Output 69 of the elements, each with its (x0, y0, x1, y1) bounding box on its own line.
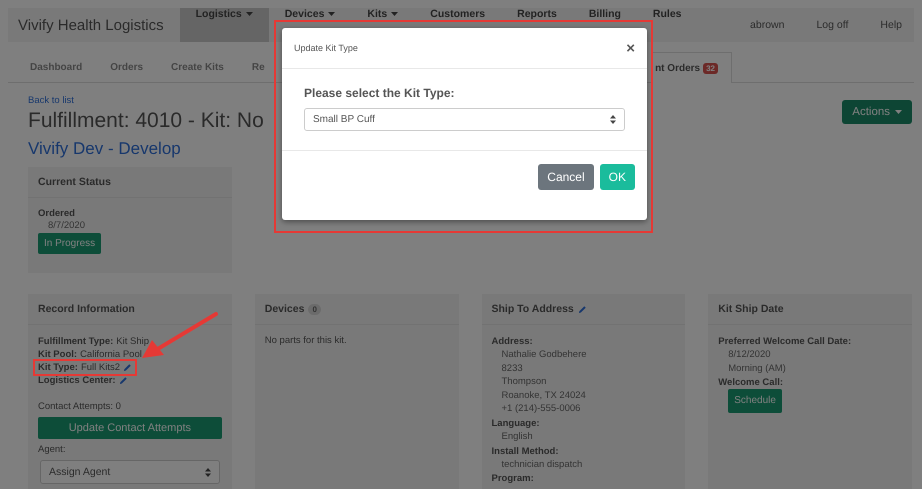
select-arrows-icon (204, 468, 211, 476)
status-date: 8/7/2020 (47, 219, 86, 233)
pencil-icon[interactable] (118, 376, 128, 385)
card-heading: Ship To Address (492, 303, 574, 315)
caret-icon (895, 110, 902, 114)
empty-message: No parts for this kit. (264, 335, 348, 346)
count-badge: 0 (308, 304, 321, 314)
field-value: 8/12/2020 (727, 348, 772, 362)
field-value: 8233 (500, 362, 524, 376)
caret-icon (246, 12, 253, 16)
field-value: English (500, 430, 534, 444)
status-label: Ordered (38, 208, 76, 219)
field-value: technician dispatch (500, 458, 584, 472)
nav-tab[interactable]: Orders (96, 52, 158, 82)
count-badge: 32 (703, 62, 718, 74)
field-value: Morning (AM) (727, 362, 787, 376)
page-title: Fulfillment: 4010 - Kit: No (28, 109, 264, 133)
cancel-button[interactable]: Cancel (538, 164, 594, 190)
field-value: Nathalie Godbehere (500, 348, 588, 362)
select-arrows-icon (610, 115, 616, 124)
field-label: Fulfillment Type: (38, 335, 114, 348)
page-subtitle: Vivify Dev - Develop (28, 139, 182, 159)
ok-button[interactable]: OK (600, 164, 635, 190)
kit-type-select[interactable]: Small BP Cuff (304, 108, 625, 131)
card-heading: Devices (264, 303, 304, 315)
caret-icon (328, 12, 336, 16)
field-value: Full Kits2 (80, 361, 120, 374)
field-value: Thompson (500, 375, 548, 389)
caret-icon (391, 12, 398, 16)
field-label: Program: (492, 472, 535, 486)
close-button[interactable]: × (626, 40, 635, 56)
dialog-title: Update Kit Type (294, 43, 358, 53)
nav-tab[interactable]: nt Orders 32 (652, 52, 732, 83)
field-label: Address: (492, 335, 534, 348)
field-label: Welcome Call: (718, 376, 784, 390)
agent-select[interactable]: Assign Agent (40, 460, 220, 484)
field-value: California Pool (80, 348, 142, 361)
nav-link[interactable]: Log off (796, 8, 860, 42)
nav-tab[interactable]: Dashboard (16, 52, 96, 82)
pencil-icon[interactable] (123, 363, 132, 372)
actions-button[interactable]: Actions (842, 100, 912, 124)
field-label: Install Method: (492, 444, 560, 458)
nav-menu-item[interactable]: Logistics (180, 8, 269, 42)
app-brand[interactable]: Vivify Health Logistics (8, 8, 176, 42)
field-value: +1 (214)-555-0006 (500, 402, 582, 416)
nav-link[interactable]: Help (860, 8, 914, 42)
back-link[interactable]: Back to list (28, 95, 74, 106)
pencil-icon[interactable] (578, 304, 587, 314)
nav-tab[interactable]: Create Kits (157, 52, 238, 82)
card-heading: Current Status (28, 167, 232, 198)
field-label: Logistics Center: (38, 374, 116, 387)
field-label: Kit Pool: (38, 348, 78, 361)
nav-menu-item[interactable]: Kits (351, 8, 414, 42)
card-heading: Kit Ship Date (708, 294, 912, 325)
card-heading: Record Information (28, 294, 232, 325)
contact-attempts: Contact Attempts: 0 (38, 401, 122, 412)
field-label: Language: (492, 416, 541, 430)
field-label: Preferred Welcome Call Date: (718, 335, 852, 348)
nav-menu-item[interactable]: Devices (268, 8, 352, 42)
field-value: Roanoke, TX 24024 (500, 388, 587, 402)
schedule-button[interactable]: Schedule (728, 389, 782, 413)
status-button[interactable]: In Progress (38, 232, 102, 254)
field-label: Kit Type: (38, 361, 78, 374)
update-button[interactable]: Update Contact Attempts (38, 417, 222, 439)
agent-label: Agent: (38, 444, 66, 455)
field-value: Kit Ship (116, 335, 150, 348)
nav-link[interactable]: abrown (730, 8, 796, 42)
nav-tab[interactable]: Re (238, 52, 279, 82)
dialog-prompt: Please select the Kit Type: (304, 86, 456, 100)
